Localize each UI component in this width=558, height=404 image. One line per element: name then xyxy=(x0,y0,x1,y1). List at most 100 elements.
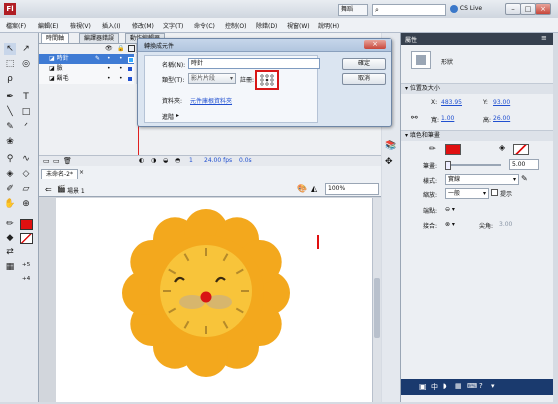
ime-keyboard-icon[interactable]: ⌨ xyxy=(467,382,477,390)
edit-scene-icon[interactable]: 🎨 xyxy=(297,184,307,193)
bone-tool-icon[interactable]: ⚲ xyxy=(4,153,16,165)
tab-properties[interactable]: 屬性 xyxy=(405,35,417,44)
miter-value[interactable]: 3.00 xyxy=(499,221,512,228)
vertical-scrollbar[interactable] xyxy=(372,198,381,402)
symbol-type-select[interactable]: 影片片段 ▾ xyxy=(188,73,236,84)
menu-insert[interactable]: 插入(I) xyxy=(102,21,120,30)
style-select[interactable]: 實線 ▾ xyxy=(445,174,519,185)
rectangle-tool-icon[interactable]: □ xyxy=(20,106,32,118)
menu-help[interactable]: 說明(H) xyxy=(318,21,339,30)
folder-link[interactable]: 元件庫根資料夾 xyxy=(190,96,232,105)
y-value[interactable]: 93.00 xyxy=(493,99,510,106)
edit-multiple-icon[interactable]: ◓ xyxy=(175,157,180,164)
zoom-select[interactable]: 100% xyxy=(325,183,379,195)
section-fill-stroke[interactable]: ▾ 填色和筆畫 xyxy=(401,130,553,141)
swap-colors-icon[interactable]: ⇄ xyxy=(4,246,16,258)
ime-punct-icon[interactable]: ▦ xyxy=(455,382,462,390)
minimize-button[interactable]: – xyxy=(505,3,521,15)
paint-bucket-icon[interactable]: ◈ xyxy=(4,168,16,180)
stroke-slider-thumb[interactable] xyxy=(445,161,451,170)
menu-view[interactable]: 檢視(V) xyxy=(70,21,91,30)
document-tab[interactable]: 未命名-2* xyxy=(41,169,78,179)
menu-debug[interactable]: 除錯(D) xyxy=(256,21,277,30)
deco-tool-icon[interactable]: ❀ xyxy=(4,136,16,148)
free-transform-icon[interactable]: ⬚ xyxy=(4,58,16,70)
smooth-icon[interactable]: ⁺⁵ xyxy=(20,261,32,273)
lasso-icon[interactable]: ρ xyxy=(4,73,16,85)
menu-commands[interactable]: 命令(C) xyxy=(194,21,215,30)
menu-control[interactable]: 控制(O) xyxy=(225,21,246,30)
pen-tool-icon[interactable]: ✒ xyxy=(4,91,16,103)
menu-edit[interactable]: 編輯(E) xyxy=(38,21,58,30)
height-value[interactable]: 26.00 xyxy=(493,115,510,122)
close-doc-icon[interactable]: × xyxy=(79,169,84,176)
ime-help-icon[interactable]: ? xyxy=(479,382,483,390)
snap-icon[interactable]: ▦ xyxy=(4,261,16,273)
scale-select[interactable]: 一般 ▾ xyxy=(445,188,489,199)
cancel-button[interactable]: 取消 xyxy=(342,73,386,85)
menu-file[interactable]: 檔案(F) xyxy=(6,21,26,30)
ime-mode-icon[interactable]: 中 xyxy=(431,382,438,392)
ink-bottle-icon[interactable]: ◇ xyxy=(20,168,32,180)
scene-label[interactable]: 場景 1 xyxy=(67,186,85,195)
eye-icon[interactable]: 👁 xyxy=(105,45,113,52)
line-tool-icon[interactable]: ╲ xyxy=(4,106,16,118)
layer-row[interactable]: ◪ 時針 ✎ • • xyxy=(39,54,134,64)
scroll-thumb[interactable] xyxy=(374,278,380,338)
ime-width-icon[interactable]: ◗ xyxy=(443,382,447,390)
onion-skin-icon[interactable]: ◑ xyxy=(151,157,156,164)
stroke-color-icon[interactable]: ✏ xyxy=(4,218,16,230)
3d-rotation-icon[interactable]: ◎ xyxy=(20,58,32,70)
stroke-slider[interactable] xyxy=(445,161,501,170)
fill-color-swatch[interactable] xyxy=(20,233,33,244)
outline-icon[interactable] xyxy=(128,45,135,52)
fps-value[interactable]: 24.00 fps xyxy=(204,157,232,164)
x-value[interactable]: 483.95 xyxy=(441,99,462,106)
maximize-button[interactable]: □ xyxy=(520,3,536,15)
expand-arrow-icon[interactable]: ▸ xyxy=(176,112,179,119)
delete-layer-icon[interactable]: 🗑 xyxy=(63,157,72,165)
hint-checkbox[interactable] xyxy=(491,189,498,196)
center-frame-icon[interactable]: ◐ xyxy=(139,157,144,164)
eyedropper-icon[interactable]: ✐ xyxy=(4,183,16,195)
link-icon[interactable]: ⚯ xyxy=(411,113,418,122)
hand-tool-icon[interactable]: ✋ xyxy=(4,198,16,210)
zoom-tool-icon[interactable]: ⊕ xyxy=(20,198,32,210)
back-arrow-icon[interactable]: ⇐ xyxy=(45,185,52,194)
eraser-icon[interactable]: ▱ xyxy=(20,183,32,195)
dialog-close-button[interactable]: × xyxy=(364,40,386,49)
search-input[interactable]: ⌕ xyxy=(372,4,446,16)
new-layer-icon[interactable]: ▭ xyxy=(43,157,50,165)
subselection-tool-icon[interactable]: ↗ xyxy=(20,43,32,55)
join-select[interactable]: ⊗ ▾ xyxy=(445,221,455,228)
layer-row[interactable]: ◪ 臉 • • xyxy=(39,64,134,74)
hour-hand-shape[interactable] xyxy=(317,235,319,249)
section-position-size[interactable]: ▾ 位置及大小 xyxy=(401,83,553,94)
fill-swatch[interactable] xyxy=(513,144,529,155)
ime-icon[interactable]: ▣ xyxy=(419,382,427,391)
library-icon[interactable]: 📚 xyxy=(385,141,396,151)
menu-window[interactable]: 視窗(W) xyxy=(287,21,310,30)
symbol-name-input[interactable]: 時針 xyxy=(188,58,320,69)
registration-grid[interactable] xyxy=(255,70,279,90)
close-button[interactable]: × xyxy=(535,3,551,15)
onion-outline-icon[interactable]: ◒ xyxy=(163,157,168,164)
fill-color-icon[interactable]: ◆ xyxy=(4,232,16,244)
width-value[interactable]: 1.00 xyxy=(441,115,454,122)
menu-modify[interactable]: 修改(M) xyxy=(132,21,154,30)
text-tool-icon[interactable]: T xyxy=(20,91,32,103)
menu-text[interactable]: 文字(T) xyxy=(163,21,183,30)
cap-select[interactable]: ⊖ ▾ xyxy=(445,206,455,213)
workspace-select[interactable]: 舞蹈 xyxy=(338,4,368,16)
motion-presets-icon[interactable]: ✥ xyxy=(385,157,393,167)
new-folder-icon[interactable]: ▭ xyxy=(53,157,60,165)
ime-menu-icon[interactable]: ▾ xyxy=(491,382,495,390)
straighten-icon[interactable]: ⁺⁴ xyxy=(20,275,32,287)
stroke-color-swatch[interactable] xyxy=(20,219,33,230)
stage[interactable] xyxy=(56,198,372,402)
panel-menu-icon[interactable]: ≡ xyxy=(541,34,547,42)
selection-tool-icon[interactable]: ↖ xyxy=(4,43,16,55)
cs-live-button[interactable]: CS Live xyxy=(450,4,482,14)
layer-row[interactable]: ◪ 鬍毛 • • xyxy=(39,74,134,84)
advanced-toggle[interactable]: 進階 xyxy=(162,112,174,121)
